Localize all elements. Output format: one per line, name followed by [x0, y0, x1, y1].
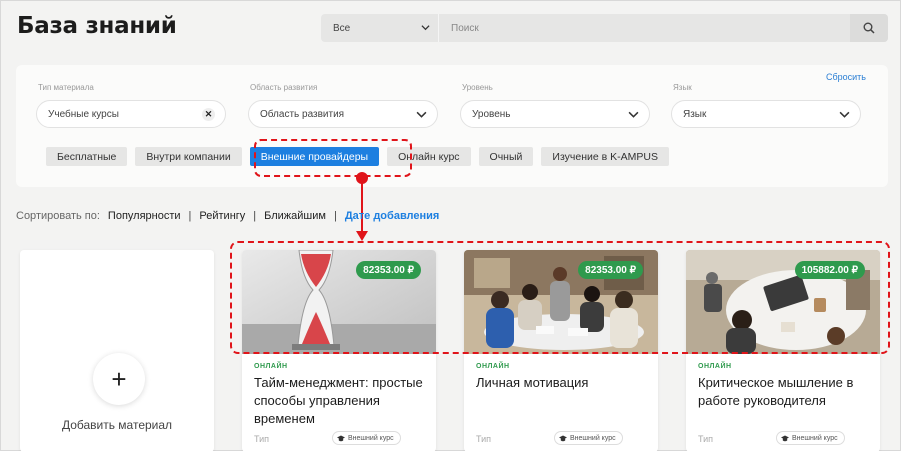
- add-material-card[interactable]: + Добавить материал: [20, 250, 214, 451]
- page-title: База знаний: [17, 13, 177, 39]
- course-type-label: Тип: [254, 434, 270, 444]
- filter-panel: Сбросить Тип материала Учебные курсы ✕ О…: [16, 65, 888, 187]
- filter-label: Уровень: [462, 83, 493, 92]
- annotation-arrow: [356, 172, 368, 241]
- course-type-label: Тип: [698, 434, 714, 444]
- format-tag: ОНЛАЙН: [698, 363, 732, 370]
- external-course-badge: Внешний курс: [554, 431, 623, 445]
- development-area-select[interactable]: Область развития: [248, 100, 438, 128]
- graduation-cap-icon: [781, 435, 789, 441]
- search-input[interactable]: [439, 14, 850, 42]
- format-tag: ОНЛАЙН: [476, 363, 510, 370]
- sort-row: Сортировать по: Популярности | Рейтингу …: [16, 210, 439, 222]
- chevron-down-icon: [421, 25, 430, 31]
- reset-filters-link[interactable]: Сбросить: [826, 72, 866, 82]
- clear-icon[interactable]: ✕: [202, 108, 215, 121]
- sort-popularity[interactable]: Популярности: [108, 210, 181, 222]
- sort-separator: |: [188, 210, 192, 222]
- sort-date-added[interactable]: Дате добавления: [345, 210, 440, 222]
- format-tag: ОНЛАЙН: [254, 363, 288, 370]
- badge-label: Внешний курс: [792, 434, 838, 442]
- search-icon: [863, 22, 875, 34]
- search-category-select[interactable]: Все: [321, 14, 439, 42]
- chip-in-person[interactable]: Очный: [478, 147, 534, 166]
- filter-label: Область развития: [250, 83, 318, 92]
- filter-development-area: Область развития Область развития: [248, 83, 438, 128]
- sort-separator: |: [253, 210, 257, 222]
- material-type-select[interactable]: Учебные курсы ✕: [36, 100, 226, 128]
- chevron-down-icon: [628, 111, 639, 118]
- filter-value: Уровень: [472, 108, 511, 120]
- graduation-cap-icon: [337, 435, 345, 441]
- course-title[interactable]: Критическое мышление в работе руководите…: [698, 374, 873, 410]
- filter-language: Язык Язык: [671, 83, 861, 128]
- chip-free[interactable]: Бесплатные: [46, 147, 128, 166]
- graduation-cap-icon: [559, 435, 567, 441]
- plus-icon[interactable]: +: [93, 353, 145, 405]
- chevron-down-icon: [416, 111, 427, 118]
- chip-annotation-frame: [254, 139, 412, 177]
- search-category-value: Все: [333, 22, 351, 34]
- search-button[interactable]: [850, 14, 888, 42]
- badge-label: Внешний курс: [570, 434, 616, 442]
- course-title[interactable]: Тайм-менеджмент: простые способы управле…: [254, 374, 429, 429]
- chip-k-ampus[interactable]: Изучение в K-AMPUS: [541, 147, 669, 166]
- filter-value: Область развития: [260, 108, 345, 120]
- filter-label: Тип материала: [38, 83, 94, 92]
- sort-nearest[interactable]: Ближайшим: [264, 210, 326, 222]
- chevron-down-icon: [839, 111, 850, 118]
- course-title[interactable]: Личная мотивация: [476, 374, 651, 392]
- add-material-label: Добавить материал: [61, 418, 173, 432]
- filter-level: Уровень Уровень: [460, 83, 650, 128]
- external-course-badge: Внешний курс: [776, 431, 845, 445]
- sort-label: Сортировать по:: [16, 210, 100, 222]
- chip-internal[interactable]: Внутри компании: [135, 147, 242, 166]
- language-select[interactable]: Язык: [671, 100, 861, 128]
- badge-label: Внешний курс: [348, 434, 394, 442]
- course-type-label: Тип: [476, 434, 492, 444]
- search-bar: Все: [321, 14, 888, 42]
- filter-value: Язык: [683, 108, 707, 120]
- filter-material-type: Тип материала Учебные курсы ✕: [36, 83, 226, 128]
- filter-value: Учебные курсы: [48, 108, 119, 120]
- sort-rating[interactable]: Рейтингу: [199, 210, 245, 222]
- level-select[interactable]: Уровень: [460, 100, 650, 128]
- filter-label: Язык: [673, 83, 692, 92]
- external-course-badge: Внешний курс: [332, 431, 401, 445]
- cards-annotation-frame: [230, 241, 890, 354]
- sort-separator: |: [333, 210, 337, 222]
